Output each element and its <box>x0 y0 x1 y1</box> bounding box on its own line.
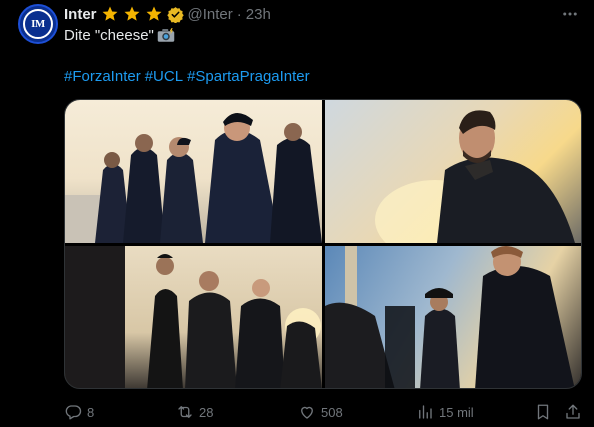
photo-group-runway[interactable] <box>65 246 322 388</box>
hashtag-forzainter[interactable]: #ForzaInter <box>64 68 141 85</box>
like-button[interactable]: 508 <box>298 401 343 423</box>
action-bar: 8 28 508 15 mil <box>64 401 582 423</box>
reply-count: 8 <box>87 404 95 420</box>
reply-button[interactable]: 8 <box>64 401 94 423</box>
author-name[interactable]: Inter <box>64 6 97 23</box>
star-icon <box>101 5 119 23</box>
photo-player-portrait[interactable] <box>325 100 581 243</box>
avatar-text: IM <box>31 18 45 30</box>
avatar[interactable]: IM <box>18 4 58 44</box>
views-button[interactable]: 15 mil <box>416 401 474 423</box>
hashtags: #ForzaInter #UCL #SpartaPragaInter <box>64 67 314 87</box>
repost-button[interactable]: 28 <box>176 401 213 423</box>
share-button[interactable] <box>564 401 582 423</box>
post-text-line: Dite "cheese" <box>64 26 175 49</box>
like-count: 508 <box>321 404 343 420</box>
post-text: Dite "cheese" <box>64 27 154 44</box>
photo-team-walking[interactable] <box>65 100 322 243</box>
bookmark-button[interactable] <box>534 401 552 423</box>
heart-icon <box>301 406 313 419</box>
star-icon <box>123 5 141 23</box>
bookmark-icon <box>537 404 549 420</box>
handle[interactable]: @Inter <box>188 6 233 23</box>
repost-icon <box>178 406 192 418</box>
analytics-icon <box>419 405 432 419</box>
camera-flash-icon <box>157 27 175 49</box>
post-header: Inter @Inter · 23h <box>64 4 271 24</box>
timestamp[interactable]: 23h <box>246 6 271 23</box>
reply-icon <box>65 405 82 420</box>
hashtag-spartapragainter[interactable]: #SpartaPragaInter <box>187 68 310 85</box>
inter-logo: IM <box>23 9 53 39</box>
media-grid <box>64 99 582 389</box>
star-icon <box>145 5 163 23</box>
verified-icon[interactable] <box>166 6 184 23</box>
hashtag-ucl[interactable]: #UCL <box>145 68 183 85</box>
photo-boarding-plane[interactable] <box>325 246 581 388</box>
share-icon <box>566 404 580 419</box>
repost-count: 28 <box>199 404 214 420</box>
view-count: 15 mil <box>439 404 474 420</box>
separator: · <box>236 5 242 23</box>
more-icon[interactable] <box>560 4 580 24</box>
